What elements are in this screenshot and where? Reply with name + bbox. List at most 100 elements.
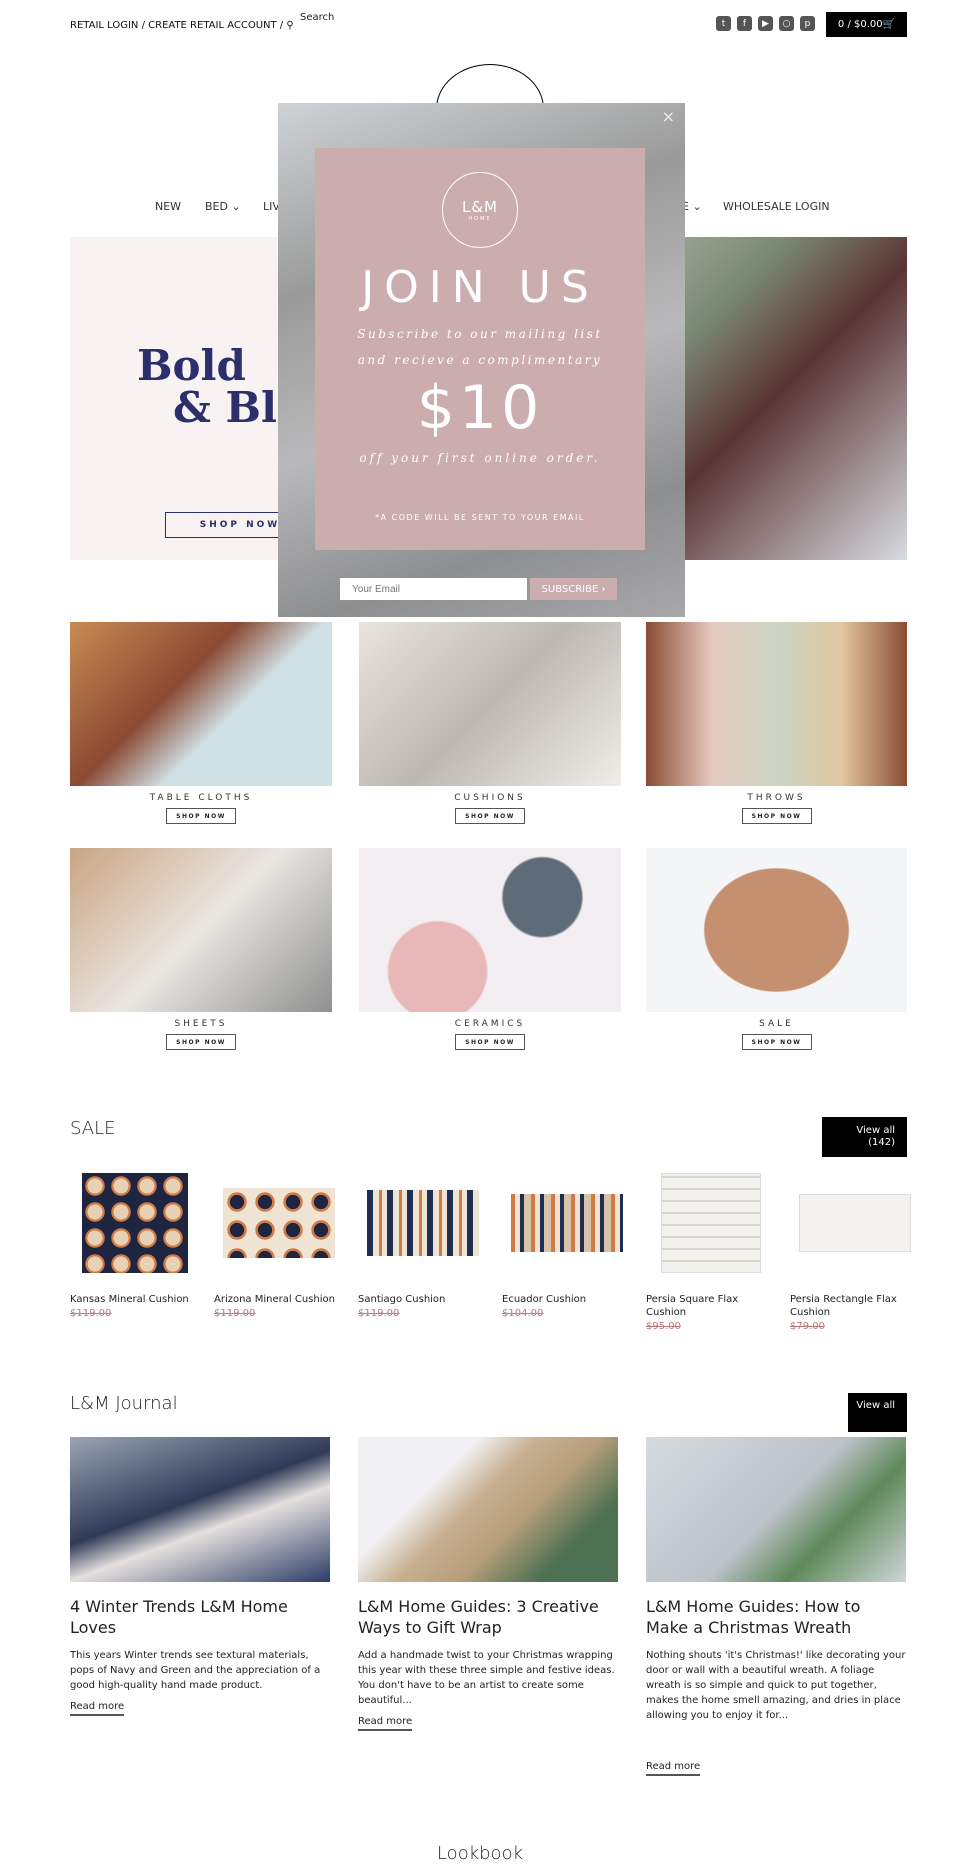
read-more-link[interactable]: Read more — [358, 1716, 413, 1731]
read-more-link[interactable]: Read more — [646, 1761, 701, 1776]
view-all-label: View all — [856, 1125, 895, 1136]
twitter-icon[interactable]: t — [716, 16, 731, 31]
product-card[interactable]: Santiago Cushion $119.00 — [358, 1165, 488, 1319]
post-excerpt: This years Winter trends see textural ma… — [70, 1650, 321, 1691]
nav-label: BED — [205, 200, 228, 213]
top-links: RETAIL LOGIN / CREATE RETAIL ACCOUNT / ⚲ — [70, 20, 294, 31]
product-price: $119.00 — [358, 1308, 400, 1319]
product-image[interactable] — [646, 1165, 776, 1280]
shop-now-button[interactable]: SHOP NOW — [166, 1034, 236, 1050]
create-account-link[interactable]: / CREATE RETAIL ACCOUNT — [138, 20, 277, 31]
post-image[interactable] — [70, 1437, 330, 1582]
product-card[interactable]: Ecuador Cushion $104.00 — [502, 1165, 632, 1319]
popup-note: *A CODE WILL BE SENT TO YOUR EMAIL — [375, 513, 585, 522]
instagram-icon[interactable]: ○ — [779, 16, 794, 31]
hero-line-1: Bold — [137, 341, 246, 390]
shop-now-button[interactable]: SHOP NOW — [741, 808, 812, 824]
nav-wholesale-login[interactable]: WHOLESALE LOGIN — [723, 200, 830, 213]
category-image[interactable] — [70, 848, 332, 1012]
nav-new[interactable]: NEW — [155, 200, 181, 213]
sale-view-all-button[interactable]: View all (142) — [822, 1117, 907, 1157]
post-excerpt: Add a handmade twist to your Christmas w… — [358, 1650, 615, 1706]
product-price: $119.00 — [70, 1308, 112, 1319]
product-name: Persia Square Flax Cushion — [646, 1294, 739, 1318]
shop-now-button[interactable]: SHOP NOW — [455, 808, 525, 824]
category-image[interactable] — [70, 622, 332, 786]
logo-text: L&M — [462, 198, 498, 216]
popup-line-3: off your first online order. — [359, 451, 601, 465]
category-label: TABLE CLOTHS — [149, 793, 253, 803]
shop-now-button[interactable]: SHOP NOW — [166, 808, 236, 824]
popup-line-1: Subscribe to our mailing list — [357, 327, 603, 341]
post-image[interactable] — [358, 1437, 618, 1582]
sale-heading: SALE — [70, 1118, 116, 1139]
newsletter-popup: × L&M HOME JOIN US Subscribe to our maili… — [278, 103, 685, 617]
product-name: Arizona Mineral Cushion — [214, 1294, 335, 1305]
category-label: SALE — [759, 1019, 794, 1029]
journal-post: 4 Winter Trends L&M Home Loves This years… — [70, 1437, 330, 1716]
journal-post: L&M Home Guides: 3 Creative Ways to Gift… — [358, 1437, 618, 1731]
category-label: THROWS — [747, 793, 806, 803]
cart-icon: 🛒 — [882, 19, 896, 30]
journal-post: L&M Home Guides: How to Make a Christmas… — [646, 1437, 906, 1776]
product-card[interactable]: Persia Rectangle Flax Cushion $79.00 — [790, 1165, 920, 1332]
category-label: SHEETS — [174, 1019, 228, 1029]
product-card[interactable]: Arizona Mineral Cushion $119.00 — [214, 1165, 344, 1319]
product-name: Kansas Mineral Cushion — [70, 1294, 189, 1305]
journal-heading: L&M Journal — [70, 1393, 178, 1414]
popup-line-2: and recieve a complimentary — [357, 353, 603, 367]
popup-title: JOIN US — [361, 262, 599, 313]
category-tile: TABLE CLOTHS SHOP NOW — [70, 622, 332, 824]
popup-panel: L&M HOME JOIN US Subscribe to our mailing… — [315, 148, 645, 550]
category-tile: CUSHIONS SHOP NOW — [359, 622, 621, 824]
close-icon[interactable]: × — [662, 107, 675, 126]
product-name: Ecuador Cushion — [502, 1294, 587, 1305]
post-title[interactable]: 4 Winter Trends L&M Home Loves — [70, 1596, 330, 1638]
logo-subtext: HOME — [468, 216, 492, 222]
category-image[interactable] — [646, 848, 907, 1012]
category-tile: CERAMICS SHOP NOW — [359, 848, 621, 1050]
lookbook-heading: Lookbook — [436, 1843, 524, 1864]
subscribe-button[interactable]: SUBSCRIBE › — [530, 578, 617, 600]
product-card[interactable]: Kansas Mineral Cushion $119.00 — [70, 1165, 200, 1319]
product-image[interactable] — [70, 1165, 200, 1280]
category-tile: SHEETS SHOP NOW — [70, 848, 332, 1050]
cart-total: 0 / $0.00 — [837, 19, 883, 30]
category-tile: THROWS SHOP NOW — [646, 622, 907, 824]
pinterest-icon[interactable]: p — [800, 16, 815, 31]
read-more-link[interactable]: Read more — [70, 1701, 125, 1716]
post-image[interactable] — [646, 1437, 906, 1582]
product-image[interactable] — [502, 1165, 632, 1280]
retail-login-link[interactable]: RETAIL LOGIN — [70, 20, 138, 31]
popup-logo: L&M HOME — [442, 172, 518, 248]
nav-bed[interactable]: BED ⌄ — [205, 200, 241, 213]
search-input[interactable]: Search — [300, 12, 334, 23]
cart-button[interactable]: 0 / $0.00 🛒 — [826, 12, 907, 37]
product-image[interactable] — [790, 1165, 920, 1280]
popup-amount: $10 — [416, 373, 544, 443]
category-label: CERAMICS — [454, 1019, 526, 1029]
category-image[interactable] — [359, 848, 621, 1012]
separator: / — [276, 20, 287, 31]
category-tile: SALE SHOP NOW — [646, 848, 907, 1050]
post-title[interactable]: L&M Home Guides: 3 Creative Ways to Gift… — [358, 1596, 618, 1638]
email-input[interactable] — [340, 578, 527, 600]
product-price: $119.00 — [214, 1308, 256, 1319]
product-price: $104.00 — [502, 1308, 544, 1319]
product-image[interactable] — [358, 1165, 488, 1280]
product-name: Persia Rectangle Flax Cushion — [790, 1294, 897, 1318]
youtube-icon[interactable]: ▶ — [758, 16, 773, 31]
shop-now-button[interactable]: SHOP NOW — [455, 1034, 525, 1050]
search-icon[interactable]: ⚲ — [286, 20, 293, 31]
category-image[interactable] — [646, 622, 907, 786]
journal-view-all-button[interactable]: View all — [848, 1393, 907, 1432]
sale-count: (142) — [868, 1137, 895, 1148]
product-image[interactable] — [214, 1165, 344, 1280]
facebook-icon[interactable]: f — [737, 16, 752, 31]
post-title[interactable]: L&M Home Guides: How to Make a Christmas… — [646, 1596, 906, 1638]
chevron-down-icon: ⌄ — [231, 200, 241, 213]
category-image[interactable] — [359, 622, 621, 786]
shop-now-button[interactable]: SHOP NOW — [741, 1034, 812, 1050]
hero-line-2: & Bl — [173, 383, 277, 432]
product-card[interactable]: Persia Square Flax Cushion $95.00 — [646, 1165, 776, 1332]
